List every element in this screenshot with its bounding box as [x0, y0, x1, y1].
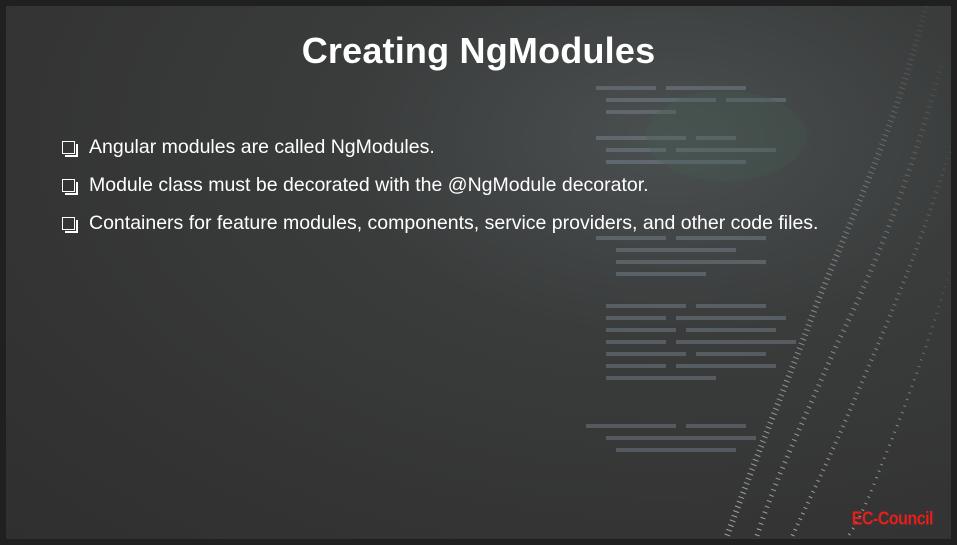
checkbox-square-icon: [62, 178, 78, 195]
bullet-text: Angular modules are called NgModules.: [89, 135, 435, 158]
bullet-list: Angular modules are called NgModules. Mo…: [62, 128, 818, 242]
bullet-item: Module class must be decorated with the …: [62, 166, 818, 204]
checkbox-square-icon: [62, 216, 78, 233]
bullet-item: Containers for feature modules, componen…: [62, 204, 818, 242]
particle-wave-decoration: [723, 6, 951, 539]
bullet-text: Containers for feature modules, componen…: [89, 211, 819, 234]
bullet-text: Module class must be decorated with the …: [89, 173, 649, 196]
slide-title: Creating NgModules: [301, 30, 656, 71]
checkbox-square-icon: [62, 140, 78, 157]
ec-council-logo: EC-Council: [851, 509, 934, 530]
bullet-item: Angular modules are called NgModules.: [62, 128, 818, 166]
slide: Creating NgModules Angular modules are c…: [6, 6, 951, 539]
presentation-frame: Creating NgModules Angular modules are c…: [0, 0, 957, 545]
